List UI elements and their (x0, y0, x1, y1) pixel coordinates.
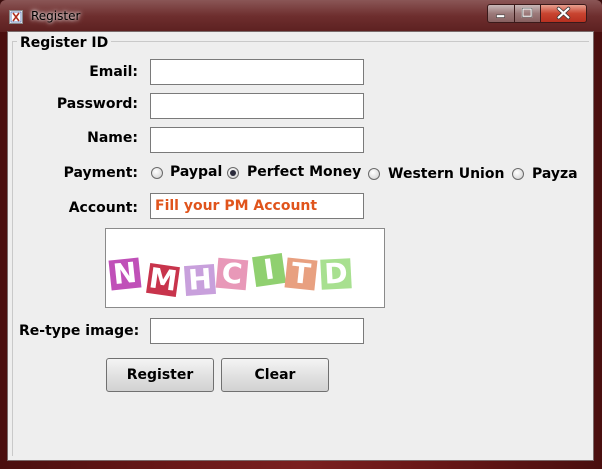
radio-payza[interactable] (512, 168, 524, 180)
captcha-letter: N (108, 256, 142, 291)
captcha-letter: T (284, 256, 318, 291)
radio-paypal[interactable] (151, 167, 163, 179)
name-label: Name: (87, 130, 138, 146)
title-bar[interactable]: Register (0, 0, 602, 32)
radio-western-union-label[interactable]: Western Union (388, 166, 504, 182)
dialog-client-area: Register ID Email: Password: Name: Payme… (7, 31, 594, 461)
email-label: Email: (89, 64, 138, 80)
close-button[interactable] (540, 4, 587, 23)
captcha-letter: I (252, 252, 286, 287)
captcha-letter: H (183, 262, 217, 297)
password-label: Password: (56, 96, 138, 112)
captcha-letter: D (320, 256, 352, 291)
email-field[interactable] (150, 59, 364, 85)
java-app-icon (9, 10, 23, 24)
name-field[interactable] (150, 127, 364, 153)
retype-image-label: Re-type image: (19, 323, 140, 339)
payment-label: Payment: (63, 165, 138, 181)
radio-western-union[interactable] (368, 168, 380, 180)
window-title: Register (31, 9, 81, 23)
captcha-image: NMHCITD (105, 228, 385, 308)
register-button[interactable]: Register (106, 358, 214, 392)
password-field[interactable] (150, 93, 364, 119)
radio-perfect-money[interactable] (227, 167, 239, 179)
captcha-letter: M (146, 261, 180, 298)
maximize-icon (521, 7, 533, 18)
minimize-button[interactable] (487, 4, 515, 23)
radio-perfect-money-label[interactable]: Perfect Money (247, 164, 361, 180)
radio-payza-label[interactable]: Payza (532, 166, 578, 182)
captcha-letter: C (215, 256, 249, 291)
radio-paypal-label[interactable]: Paypal (170, 164, 222, 180)
maximize-button[interactable] (514, 4, 541, 23)
captcha-input[interactable] (150, 318, 364, 344)
account-field[interactable] (150, 193, 364, 219)
account-label: Account: (68, 200, 138, 216)
window-frame: Register Register ID Email: Password: Na… (0, 0, 602, 469)
group-title: Register ID (17, 35, 112, 51)
close-icon (556, 6, 571, 20)
minimize-icon (496, 14, 505, 18)
clear-button[interactable]: Clear (221, 358, 329, 392)
